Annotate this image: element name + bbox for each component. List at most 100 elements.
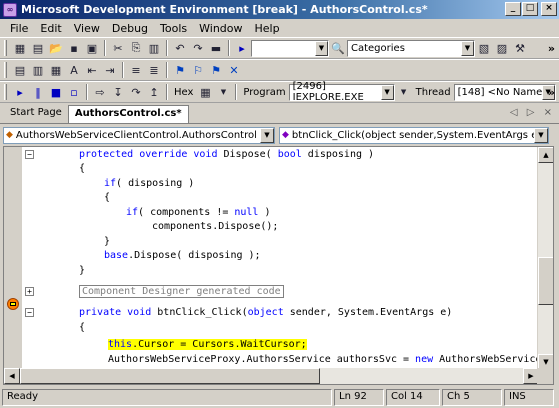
toolbar-overflow-icon[interactable]: » xyxy=(548,86,555,99)
horizontal-scrollbar[interactable]: ◀ ▶ xyxy=(4,368,539,384)
code-line[interactable]: } xyxy=(79,263,85,278)
previous-bookmark-icon[interactable]: ⚑ xyxy=(207,61,225,79)
class-combo[interactable]: ◆ AuthorsWebServiceClientControl.Authors… xyxy=(3,126,275,144)
app-icon[interactable]: ∞ xyxy=(3,2,17,17)
chevron-down-icon[interactable]: ▼ xyxy=(461,40,474,56)
program-combo[interactable]: [2496] IEXPLORE.EXE ▼ xyxy=(288,81,395,103)
code-line[interactable]: { xyxy=(79,161,85,176)
next-bookmark-icon[interactable]: ⚐ xyxy=(189,61,207,79)
tab-scroll-close-controls[interactable]: ◁ ▷ × xyxy=(510,107,555,118)
scroll-thumb-horizontal[interactable] xyxy=(20,368,320,384)
toggle-bookmark-icon[interactable]: ⚑ xyxy=(171,61,189,79)
save-all-icon[interactable]: ▣ xyxy=(83,39,101,57)
increase-indent-icon[interactable]: ⇥ xyxy=(101,61,119,79)
minimize-button[interactable]: _ xyxy=(505,2,521,16)
step-out-icon[interactable]: ↥ xyxy=(145,83,163,101)
code-line[interactable]: AuthorsWebServiceProxy.AuthorsService au… xyxy=(108,352,553,367)
menu-file[interactable]: File xyxy=(4,22,34,35)
object-members-icon[interactable]: ▤ xyxy=(11,61,29,79)
clear-bookmarks-icon[interactable]: ✕ xyxy=(225,61,243,79)
code-line[interactable]: if( disposing ) xyxy=(104,176,194,191)
copy-icon[interactable]: ⎘ xyxy=(127,39,145,57)
maximize-button[interactable]: □ xyxy=(522,2,538,16)
paste-icon[interactable]: ▥ xyxy=(145,39,163,57)
redo-icon[interactable]: ↷ xyxy=(189,39,207,57)
chevron-down-icon[interactable]: ▼ xyxy=(534,127,548,143)
menu-edit[interactable]: Edit xyxy=(34,22,67,35)
tab-start-page[interactable]: Start Page xyxy=(4,105,68,123)
toolbar-grip[interactable] xyxy=(4,62,7,78)
code-line[interactable]: protected override void Dispose( bool di… xyxy=(79,147,374,162)
stop-icon[interactable]: ■ xyxy=(47,83,65,101)
code-token: private void xyxy=(79,307,158,318)
code-editor[interactable]: protected override void Dispose( bool di… xyxy=(3,146,554,385)
parameter-info-icon[interactable]: ▥ xyxy=(29,61,47,79)
scroll-up-button[interactable]: ▲ xyxy=(538,147,553,163)
vertical-scrollbar[interactable]: ▲ ▼ xyxy=(537,147,553,370)
menu-window[interactable]: Window xyxy=(193,22,248,35)
close-button[interactable]: × xyxy=(541,2,557,16)
save-icon[interactable]: ▪ xyxy=(65,39,83,57)
menu-tools[interactable]: Tools xyxy=(154,22,193,35)
chevron-down-icon[interactable]: ▼ xyxy=(395,83,413,101)
tab-authorscontrol[interactable]: AuthorsControl.cs* xyxy=(67,105,189,123)
find-combo[interactable]: ▼ xyxy=(251,39,329,57)
code-line[interactable]: this.Cursor = Cursors.WaitCursor; xyxy=(108,337,307,352)
scroll-left-button[interactable]: ◀ xyxy=(4,368,20,384)
cut-icon[interactable]: ✂ xyxy=(109,39,127,57)
expand-region-icon[interactable]: + xyxy=(25,287,34,296)
toolbox-icon[interactable]: ⚒ xyxy=(511,39,529,57)
code-token: { xyxy=(104,192,111,203)
code-line[interactable]: components.Dispose(); xyxy=(152,219,278,234)
break-all-icon[interactable]: ‖ xyxy=(29,83,47,101)
code-text-area[interactable]: protected override void Dispose( bool di… xyxy=(4,147,553,384)
chevron-down-icon[interactable]: ▼ xyxy=(214,83,232,101)
categories-combo[interactable]: Categories ▼ xyxy=(347,39,475,57)
chevron-down-icon[interactable]: ▼ xyxy=(260,127,274,143)
uncomment-icon[interactable]: ≣ xyxy=(145,61,163,79)
open-file-icon[interactable]: 📂 xyxy=(47,39,65,57)
properties-icon[interactable]: ▨ xyxy=(493,39,511,57)
toolbar-grip[interactable] xyxy=(4,84,7,100)
member-combo[interactable]: ◆ btnClick_Click(object sender,System.Ev… xyxy=(279,126,549,144)
toolbar-overflow-icon[interactable]: » xyxy=(548,42,555,55)
code-line[interactable]: if( components != null ) xyxy=(126,205,271,220)
step-over-icon[interactable]: ↷ xyxy=(127,83,145,101)
code-line[interactable]: { xyxy=(79,320,85,335)
find-in-files-icon[interactable]: 🔍 xyxy=(329,39,347,57)
continue-icon[interactable]: ▸ xyxy=(11,83,29,101)
hex-toggle[interactable]: Hex xyxy=(171,87,196,98)
chevron-down-icon[interactable]: ▼ xyxy=(380,84,394,100)
code-line[interactable]: Component Designer generated code xyxy=(79,284,284,299)
code-line[interactable]: { xyxy=(104,190,110,205)
collapse-region-icon[interactable]: − xyxy=(25,150,34,159)
start-icon[interactable]: ▸ xyxy=(233,39,251,57)
restart-icon[interactable]: ▫ xyxy=(65,83,83,101)
navigate-icon[interactable]: ▬ xyxy=(207,39,225,57)
code-line[interactable]: base.Dispose( disposing ); xyxy=(104,248,261,263)
code-line[interactable]: private void btnClick_Click(object sende… xyxy=(79,305,452,320)
step-into-icon[interactable]: ↧ xyxy=(109,83,127,101)
decrease-indent-icon[interactable]: ⇤ xyxy=(83,61,101,79)
collapse-region-icon[interactable]: − xyxy=(25,308,34,317)
complete-word-icon[interactable]: A xyxy=(65,61,83,79)
comment-icon[interactable]: ≡ xyxy=(127,61,145,79)
scroll-thumb[interactable] xyxy=(538,257,553,305)
chevron-down-icon[interactable]: ▼ xyxy=(315,40,328,56)
toolbar-grip[interactable] xyxy=(4,40,7,56)
menu-debug[interactable]: Debug xyxy=(106,22,154,35)
menu-help[interactable]: Help xyxy=(249,22,286,35)
solution-explorer-icon[interactable]: ▧ xyxy=(475,39,493,57)
menu-view[interactable]: View xyxy=(68,22,106,35)
breakpoint-current-statement-icon[interactable] xyxy=(7,298,19,310)
code-line[interactable]: } xyxy=(104,234,110,249)
code-token: } xyxy=(79,265,86,276)
code-token: ( disposing ) xyxy=(116,178,195,189)
quick-info-icon[interactable]: ▦ xyxy=(47,61,65,79)
new-project-icon[interactable]: ▦ xyxy=(11,39,29,57)
undo-icon[interactable]: ↶ xyxy=(171,39,189,57)
add-item-icon[interactable]: ▤ xyxy=(29,39,47,57)
breakpoints-icon[interactable]: ▦ xyxy=(196,83,214,101)
thread-combo[interactable]: [148] <No Name> ▼ xyxy=(453,83,556,101)
show-next-statement-icon[interactable]: ⇨ xyxy=(91,83,109,101)
